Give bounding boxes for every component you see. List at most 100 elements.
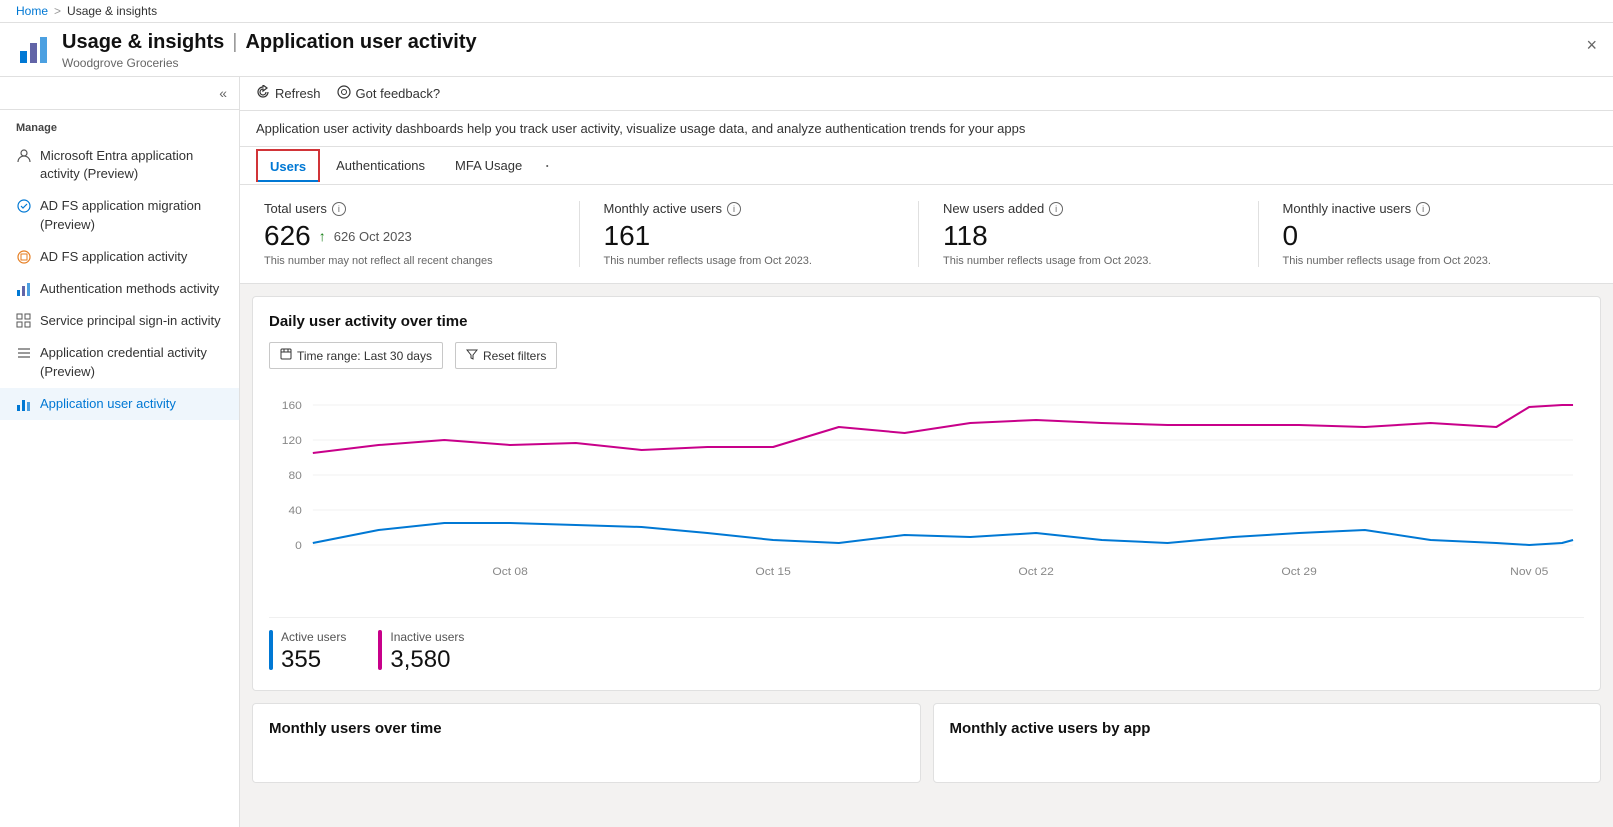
bottom-cards: Monthly users over time Monthly active u…: [240, 703, 1613, 795]
sidebar-item-auth-methods-label: Authentication methods activity: [40, 280, 219, 298]
breadcrumb-home[interactable]: Home: [16, 4, 48, 18]
sidebar-item-app-credential[interactable]: Application credential activity (Preview…: [0, 337, 239, 387]
chart-filters: Time range: Last 30 days Reset filters: [269, 342, 1584, 369]
stat-monthly-active-label: Monthly active users i: [604, 201, 895, 216]
sidebar-item-adfs-migration-label: AD FS application migration (Preview): [40, 197, 223, 233]
svg-text:0: 0: [295, 540, 302, 551]
sidebar-item-entra-app-activity[interactable]: Microsoft Entra application activity (Pr…: [0, 140, 239, 190]
chart-container: 160 120 80 40 0 Oct 08 Oct 15 Oct 22 Oct…: [269, 385, 1584, 605]
grid-icon: [16, 313, 32, 329]
breadcrumb-bar: Home > Usage & insights: [0, 0, 1613, 23]
monthly-inactive-info-icon[interactable]: i: [1416, 202, 1430, 216]
stat-monthly-active-note: This number reflects usage from Oct 2023…: [604, 255, 895, 267]
toolbar: Refresh Got feedback?: [240, 77, 1613, 111]
tab-users-label: Users: [270, 159, 306, 174]
active-users-legend-label: Active users: [281, 630, 346, 644]
legend-active-users-text: Active users 355: [281, 630, 346, 674]
sidebar-item-app-user-activity[interactable]: Application user activity: [0, 388, 239, 420]
svg-text:80: 80: [288, 470, 301, 481]
page-header: Usage & insights | Application user acti…: [0, 23, 1613, 77]
lines-icon: [16, 345, 32, 361]
stat-total-users-value: 626 ↑ 626 Oct 2023: [264, 220, 555, 252]
tabs-bar: Users Authentications MFA Usage ·: [240, 147, 1613, 185]
stat-monthly-active: Monthly active users i 161 This number r…: [580, 201, 920, 267]
active-users-color-indicator: [269, 630, 273, 670]
stat-monthly-inactive-value: 0: [1283, 220, 1574, 252]
description-text: Application user activity dashboards hel…: [256, 121, 1025, 136]
header-title-block: Usage & insights | Application user acti…: [62, 31, 1597, 70]
tab-authentications[interactable]: Authentications: [322, 148, 439, 183]
tab-mfa-label: MFA Usage: [455, 158, 522, 173]
legend-active-users: Active users 355: [269, 630, 346, 674]
card-monthly-active-by-app: Monthly active users by app: [933, 703, 1602, 783]
sidebar-item-service-principal[interactable]: Service principal sign-in activity: [0, 305, 239, 337]
person-icon: [16, 148, 32, 164]
time-range-label: Time range: Last 30 days: [297, 349, 432, 363]
reset-filters-label: Reset filters: [483, 349, 546, 363]
inactive-users-legend-label: Inactive users: [390, 630, 464, 644]
sidebar-item-adfs-app-activity[interactable]: AD FS application activity: [0, 241, 239, 273]
chart-section: Daily user activity over time Time range…: [252, 296, 1601, 691]
stat-monthly-inactive-label: Monthly inactive users i: [1283, 201, 1574, 216]
sidebar-collapse-button[interactable]: «: [219, 85, 227, 101]
sidebar-collapse-area: «: [0, 77, 239, 110]
main-layout: « Manage Microsoft Entra application act…: [0, 77, 1613, 827]
total-users-arrow: ↑: [319, 228, 326, 244]
svg-text:Nov 05: Nov 05: [1510, 566, 1548, 577]
stat-total-users-label: Total users i: [264, 201, 555, 216]
adfs2-icon: [16, 249, 32, 265]
refresh-label: Refresh: [275, 86, 321, 101]
monthly-active-by-app-title: Monthly active users by app: [950, 720, 1585, 737]
sidebar-item-adfs-migration[interactable]: AD FS application migration (Preview): [0, 190, 239, 240]
svg-text:Oct 29: Oct 29: [1281, 566, 1316, 577]
tab-users[interactable]: Users: [256, 149, 320, 182]
svg-text:120: 120: [282, 435, 302, 446]
card-monthly-users-over-time: Monthly users over time: [252, 703, 921, 783]
stats-row: Total users i 626 ↑ 626 Oct 2023 This nu…: [240, 185, 1613, 284]
close-button[interactable]: ×: [1586, 35, 1597, 56]
sidebar: « Manage Microsoft Entra application act…: [0, 77, 240, 827]
stat-total-users-note: This number may not reflect all recent c…: [264, 255, 555, 267]
new-users-info-icon[interactable]: i: [1049, 202, 1063, 216]
refresh-button[interactable]: Refresh: [256, 85, 321, 102]
feedback-button[interactable]: Got feedback?: [337, 85, 441, 102]
reset-filters-button[interactable]: Reset filters: [455, 342, 557, 369]
feedback-label: Got feedback?: [356, 86, 441, 101]
filter-icon: [466, 348, 478, 363]
sidebar-item-adfs-app-label: AD FS application activity: [40, 248, 187, 266]
adfs-icon: [16, 198, 32, 214]
sidebar-manage-label: Manage: [0, 110, 239, 140]
tab-authentications-label: Authentications: [336, 158, 425, 173]
time-range-button[interactable]: Time range: Last 30 days: [269, 342, 443, 369]
sidebar-item-entra-label: Microsoft Entra application activity (Pr…: [40, 147, 223, 183]
header-icon: [16, 31, 52, 67]
stat-new-users-label: New users added i: [943, 201, 1234, 216]
stat-monthly-active-value: 161: [604, 220, 895, 252]
refresh-icon: [256, 85, 270, 102]
monthly-active-info-icon[interactable]: i: [727, 202, 741, 216]
svg-text:40: 40: [288, 505, 301, 516]
breadcrumb: Home > Usage & insights: [16, 4, 157, 18]
active-users-legend-value: 355: [281, 646, 346, 674]
sidebar-item-auth-methods-activity[interactable]: Authentication methods activity: [0, 273, 239, 305]
breadcrumb-current: Usage & insights: [67, 4, 157, 18]
legend-inactive-users: Inactive users 3,580: [378, 630, 464, 674]
stat-total-users: Total users i 626 ↑ 626 Oct 2023 This nu…: [256, 201, 580, 267]
time-range-icon: [280, 348, 292, 363]
monthly-users-over-time-title: Monthly users over time: [269, 720, 904, 737]
inactive-users-legend-value: 3,580: [390, 646, 464, 674]
chart-legend: Active users 355 Inactive users 3,580: [269, 617, 1584, 674]
chart2-icon: [16, 396, 32, 412]
breadcrumb-sep: >: [54, 4, 61, 18]
svg-text:Oct 15: Oct 15: [755, 566, 790, 577]
stat-monthly-inactive-note: This number reflects usage from Oct 2023…: [1283, 255, 1574, 267]
tab-more-icon[interactable]: ·: [538, 147, 556, 184]
description-bar: Application user activity dashboards hel…: [240, 111, 1613, 147]
app-icon: [18, 33, 50, 65]
tab-mfa-usage[interactable]: MFA Usage: [441, 148, 536, 183]
chart-icon: [16, 281, 32, 297]
inactive-users-color-indicator: [378, 630, 382, 670]
header-title-prefix: Usage & insights: [62, 31, 224, 54]
content-area: Refresh Got feedback? Application user a…: [240, 77, 1613, 827]
total-users-info-icon[interactable]: i: [332, 202, 346, 216]
